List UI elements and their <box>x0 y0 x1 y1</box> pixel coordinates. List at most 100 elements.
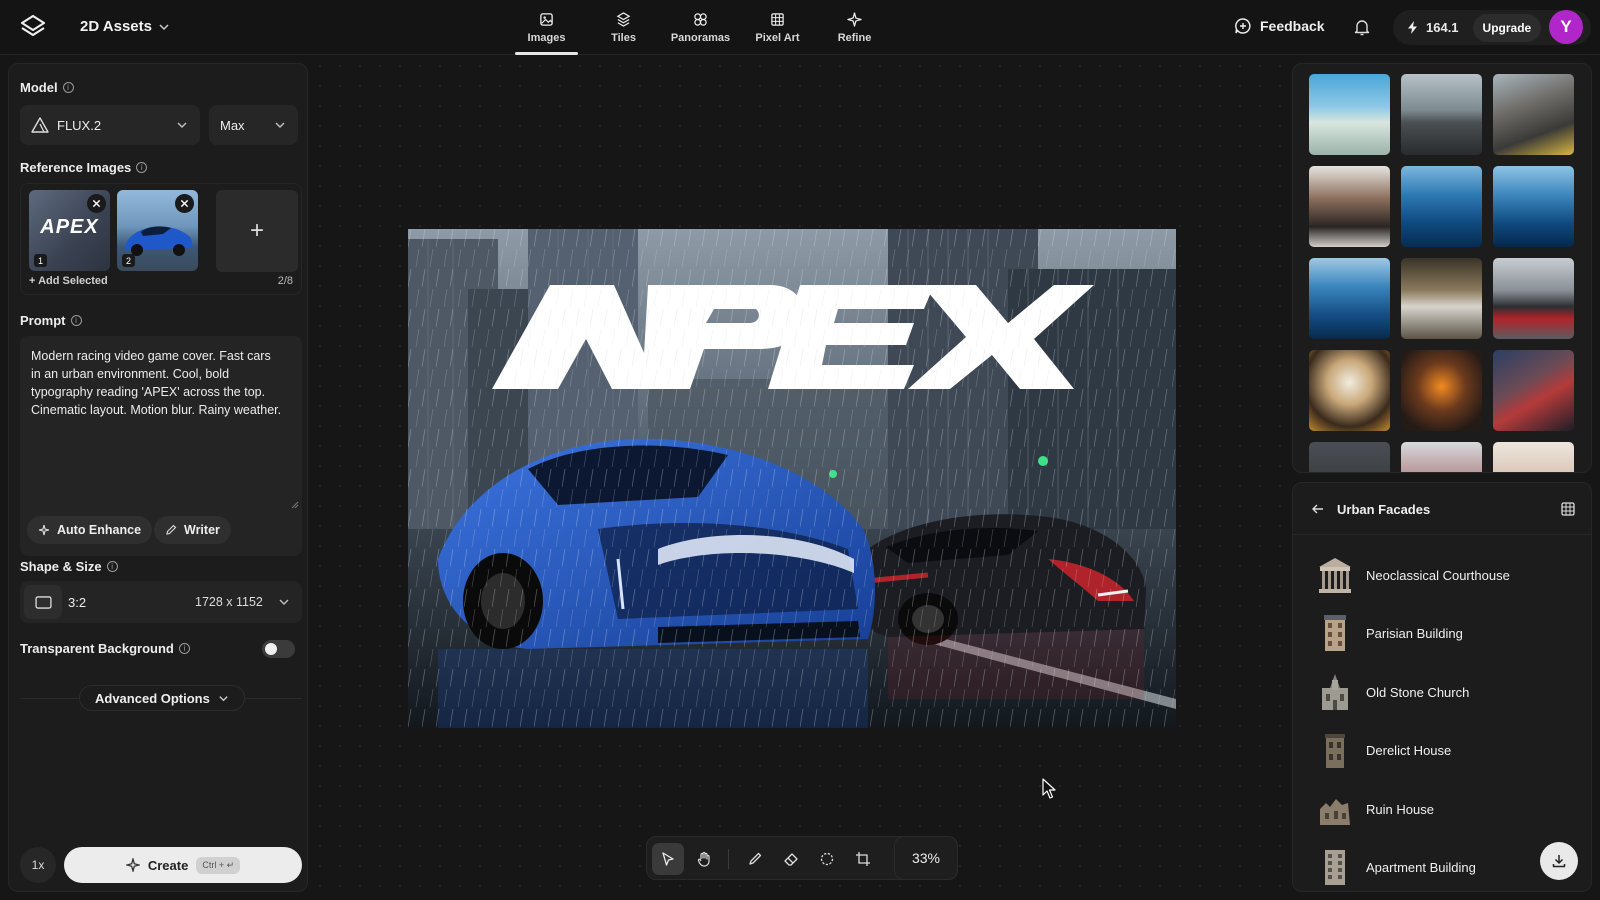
gallery-thumbnail[interactable] <box>1493 350 1574 431</box>
pen-icon <box>166 524 177 535</box>
gallery-thumbnail[interactable] <box>1309 350 1390 431</box>
asset-library-header: Urban Facades <box>1293 483 1591 535</box>
asset-library-panel: Urban Facades Neoclassical Courthouse Pa… <box>1292 482 1592 892</box>
create-shortcut: Ctrl + ↵ <box>196 856 241 874</box>
select-tool-icon <box>662 852 674 866</box>
reference-images-box: APEX 1 2 + + Add Selected 2/8 <box>20 183 302 295</box>
chevron-down-icon <box>219 695 228 701</box>
gallery-thumbnail[interactable] <box>1401 442 1482 472</box>
create-button[interactable]: Create Ctrl + ↵ <box>64 847 302 883</box>
model-value: FLUX.2 <box>57 117 102 133</box>
auto-enhance-button[interactable]: Auto Enhance <box>27 516 153 544</box>
add-reference-button[interactable]: + <box>216 190 298 272</box>
writer-label: Writer <box>184 523 220 537</box>
gallery-thumbnail[interactable] <box>1493 74 1574 155</box>
generated-artwork[interactable] <box>408 229 1176 728</box>
gallery-thumbnail[interactable] <box>1309 74 1390 155</box>
apartment-building-icon <box>1325 850 1345 885</box>
download-button[interactable] <box>1540 842 1578 880</box>
info-icon[interactable]: i <box>70 315 82 326</box>
transparent-background-toggle[interactable] <box>262 640 295 658</box>
quality-select[interactable]: Max <box>209 105 298 145</box>
feedback-button[interactable]: Feedback <box>1234 17 1325 35</box>
hand-tool-button[interactable] <box>688 843 720 875</box>
user-avatar[interactable]: Y <box>1549 10 1583 44</box>
mouse-cursor-icon <box>1042 778 1056 799</box>
reference-image-2[interactable]: 2 <box>117 190 198 271</box>
tab-panoramas[interactable]: Panoramas <box>662 8 739 55</box>
project-switcher[interactable]: 2D Assets <box>80 18 170 35</box>
tab-images[interactable]: Images <box>508 8 585 55</box>
info-icon[interactable]: i <box>62 82 74 93</box>
tab-refine-label: Refine <box>837 32 872 44</box>
mode-tabs: Images Tiles Panoramas Pixel Art Refine <box>508 8 893 55</box>
remove-reference-button[interactable] <box>87 194 106 213</box>
back-arrow-icon[interactable] <box>1311 502 1325 516</box>
brush-tool-button[interactable] <box>739 843 771 875</box>
info-icon[interactable]: i <box>136 162 148 173</box>
gallery-thumbnail[interactable] <box>1493 166 1574 247</box>
gallery-thumbnail[interactable] <box>1309 442 1390 472</box>
tab-images-label: Images <box>527 32 566 44</box>
app-logo-icon[interactable] <box>20 14 46 40</box>
top-bar: 2D Assets Images Tiles Panoramas Pixel A… <box>0 0 1600 55</box>
model-select[interactable]: FLUX.2 <box>20 105 200 145</box>
sparkle-icon <box>125 858 140 872</box>
remove-reference-button[interactable] <box>175 194 194 213</box>
generation-settings-panel: Model i FLUX.2 Max Reference Images i AP… <box>8 63 308 892</box>
prompt-text[interactable]: Modern racing video game cover. Fast car… <box>31 347 283 419</box>
reference-image-1[interactable]: APEX 1 <box>29 190 110 271</box>
eraser-tool-button[interactable] <box>775 843 807 875</box>
gallery-thumbnail[interactable] <box>1493 442 1574 472</box>
auto-enhance-label: Auto Enhance <box>57 523 142 537</box>
asset-item-label: Apartment Building <box>1366 859 1476 875</box>
racing-cover-illustration <box>408 229 1176 728</box>
tab-pixel-art[interactable]: Pixel Art <box>739 8 816 55</box>
asset-item-label: Parisian Building <box>1366 625 1463 641</box>
gallery-thumbnail[interactable] <box>1401 74 1482 155</box>
asset-item-label: Derelict House <box>1366 742 1452 758</box>
tab-refine[interactable]: Refine <box>816 8 893 55</box>
crop-tool-icon <box>856 852 870 866</box>
reference-images-label-text: Reference Images <box>20 160 132 175</box>
gallery-thumbnail[interactable] <box>1309 258 1390 339</box>
info-icon[interactable]: i <box>178 643 190 654</box>
asset-item-label: Neoclassical Courthouse <box>1366 567 1510 583</box>
model-label: Model i <box>20 80 74 95</box>
hand-tool-icon <box>697 851 710 867</box>
asset-item-ruin-house[interactable]: Ruin House <box>1293 780 1591 838</box>
chevron-down-icon <box>279 599 289 606</box>
resize-handle-icon[interactable] <box>291 501 299 509</box>
lasso-tool-button[interactable] <box>811 843 843 875</box>
shape-size-select[interactable]: 3:2 1728 x 1152 <box>20 581 302 623</box>
asset-item-parisian-building[interactable]: Parisian Building <box>1293 604 1591 662</box>
asset-item-old-stone-church[interactable]: Old Stone Church <box>1293 663 1591 721</box>
select-tool-button[interactable] <box>652 843 684 875</box>
derelict-house-icon <box>1325 734 1345 768</box>
tab-tiles[interactable]: Tiles <box>585 8 662 55</box>
asset-item-derelict-house[interactable]: Derelict House <box>1293 721 1591 779</box>
reference-number: 1 <box>34 254 47 267</box>
add-selected-button[interactable]: + Add Selected <box>29 275 108 287</box>
batch-multiplier-button[interactable]: 1x <box>20 847 56 883</box>
crop-tool-button[interactable] <box>847 843 879 875</box>
advanced-options-button[interactable]: Advanced Options <box>79 685 245 711</box>
chevron-down-icon <box>275 122 285 129</box>
prompt-input[interactable]: Modern racing video game cover. Fast car… <box>20 336 302 556</box>
info-icon[interactable]: i <box>106 561 118 572</box>
gallery-thumbnail[interactable] <box>1401 258 1482 339</box>
zoom-level[interactable]: 33% <box>894 836 958 880</box>
gallery-thumbnail[interactable] <box>1493 258 1574 339</box>
gallery-thumbnail[interactable] <box>1401 166 1482 247</box>
tiles-icon <box>616 12 631 27</box>
upgrade-button[interactable]: Upgrade <box>1472 13 1542 42</box>
asset-item-neoclassical-courthouse[interactable]: Neoclassical Courthouse <box>1293 546 1591 604</box>
gallery-thumbnail[interactable] <box>1401 350 1482 431</box>
grid-view-icon[interactable] <box>1561 502 1575 516</box>
writer-button[interactable]: Writer <box>154 516 231 544</box>
triangle-model-icon <box>31 117 49 133</box>
gallery-thumbnail[interactable] <box>1309 166 1390 247</box>
bell-icon[interactable] <box>1352 17 1372 37</box>
aspect-ratio-icon <box>24 585 62 619</box>
chat-plus-icon <box>1235 18 1251 34</box>
